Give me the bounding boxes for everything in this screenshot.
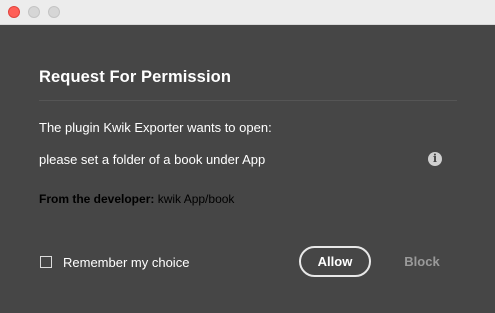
info-icon[interactable]: i xyxy=(428,152,442,166)
title-divider xyxy=(39,100,457,101)
block-button[interactable]: Block xyxy=(396,246,448,277)
title-bar xyxy=(0,0,495,25)
developer-value: kwik App/book xyxy=(157,192,235,206)
remember-choice-label[interactable]: Remember my choice xyxy=(63,255,189,270)
permission-dialog-window: Request For Permission The plugin Kwik E… xyxy=(0,0,495,313)
allow-button[interactable]: Allow xyxy=(299,246,371,277)
developer-label: From the developer: xyxy=(39,192,155,206)
maximize-window-button[interactable] xyxy=(48,6,60,18)
minimize-window-button[interactable] xyxy=(28,6,40,18)
dialog-title: Request For Permission xyxy=(39,68,231,86)
permission-message: The plugin Kwik Exporter wants to open: xyxy=(39,120,272,135)
close-window-button[interactable] xyxy=(8,6,20,18)
developer-info: From the developer: kwik App/book xyxy=(39,192,234,206)
permission-request: please set a folder of a book under App xyxy=(39,152,266,167)
remember-choice-checkbox[interactable] xyxy=(40,256,52,268)
